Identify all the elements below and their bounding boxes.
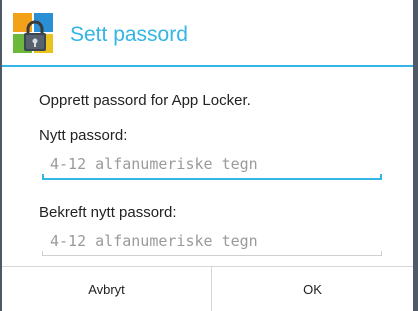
new-password-label: Nytt passord: xyxy=(39,127,128,144)
title-divider xyxy=(2,65,413,67)
app-locker-padlock-icon xyxy=(13,13,53,53)
dialog-title-bar: Sett passord xyxy=(2,0,413,66)
new-password-underline xyxy=(42,174,382,180)
confirm-password-underline xyxy=(42,251,382,256)
confirm-password-input[interactable] xyxy=(42,226,382,256)
window-frame-right xyxy=(413,0,418,311)
dialog-title: Sett passord xyxy=(70,23,188,46)
confirm-password-label: Bekreft nytt passord: xyxy=(39,204,177,221)
cancel-button[interactable]: Avbryt xyxy=(2,267,211,311)
dialog-message: Opprett passord for App Locker. xyxy=(39,92,251,109)
new-password-input[interactable] xyxy=(42,149,382,179)
ok-button[interactable]: OK xyxy=(212,267,413,311)
set-password-dialog: Sett passord Opprett passord for App Loc… xyxy=(0,0,418,311)
